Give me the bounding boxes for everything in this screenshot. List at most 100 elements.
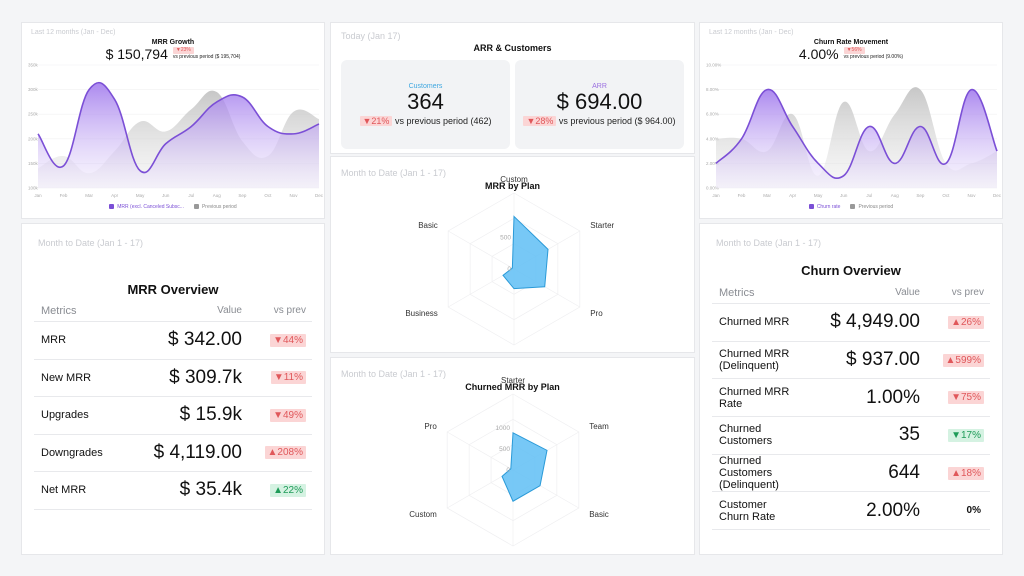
y-tick-label: 6.00%: [706, 112, 719, 117]
table-row: MRR $ 342.00 ▼44%: [34, 322, 312, 360]
table-row: Churned Customers (Delinquent) 644 ▲18%: [712, 455, 990, 493]
radar-category-label: Custom: [500, 175, 528, 184]
legend-item-churn[interactable]: Churn rate: [808, 204, 840, 210]
x-tick-label: Nov: [967, 193, 976, 198]
table-row: Churned MRR $ 4,949.00 ▲26%: [712, 304, 990, 342]
change-badge: 0%: [966, 505, 981, 517]
card-title: MRR Overview: [127, 282, 219, 297]
change-badge: ▼44%: [270, 333, 306, 347]
radar-category-label: Basic: [589, 510, 609, 519]
metric-value: $ 15.9k: [179, 404, 242, 426]
metric-value: $ 342.00: [168, 329, 242, 351]
change-badge: ▼17%: [948, 428, 984, 442]
table-row: New MRR $ 309.7k ▼11%: [34, 360, 312, 397]
metric-label: Customer Churn Rate: [719, 498, 776, 523]
mrr-overview-table: Metrics Value vs prev MRR $ 342.00 ▼44% New…: [34, 300, 312, 510]
y-tick-label: 100k: [28, 186, 39, 191]
radar-category-label: Pro: [590, 309, 603, 318]
radar-category-label: Starter: [590, 221, 614, 230]
arr-tile: ARR $ 694.00 ▼28% vs previous period ($ …: [515, 60, 684, 149]
radar-category-label: Custom: [409, 510, 437, 519]
metric-label: Churned MRR Rate: [719, 385, 790, 410]
legend-item-mrr[interactable]: MRR (excl. Canceled Subsc...: [109, 204, 184, 210]
x-tick-label: Aug: [891, 193, 900, 198]
change-badge: ▲18%: [948, 466, 984, 480]
y-tick-label: 250k: [28, 112, 39, 117]
x-tick-label: Dec: [315, 193, 324, 198]
mrr-overview-card: Month to Date (Jan 1 - 17) MRR Overview …: [21, 223, 325, 555]
x-tick-label: Sep: [238, 193, 247, 198]
y-tick-label: 200k: [28, 136, 39, 141]
radar-tick-label: 500: [499, 446, 510, 453]
metric-value: $ 35.4k: [179, 479, 242, 501]
churned-mrr-by-plan-card: Month to Date (Jan 1 - 17) Churned MRR b…: [330, 357, 695, 555]
x-tick-label: Oct: [264, 193, 272, 198]
churn-overview-card: Month to Date (Jan 1 - 17) Churn Overvie…: [699, 223, 1003, 555]
legend-item-previous[interactable]: Previous period: [193, 204, 237, 210]
x-tick-label: Jul: [866, 193, 872, 198]
compare-text: vs previous period (462): [394, 116, 492, 126]
mrr-growth-chart: 100k 150k 200k 250k 300k 350k Jan Feb Mar Apr May J…: [28, 63, 324, 199]
mrr-growth-card: Last 12 months (Jan - Dec) MRR Growth $ …: [21, 22, 325, 219]
x-tick-label: Jun: [162, 193, 170, 198]
metric-value: 2.00%: [866, 499, 920, 521]
change-badge: ▲599%: [942, 353, 984, 367]
y-tick-label: 150k: [28, 161, 39, 166]
y-tick-label: 10.00%: [706, 63, 721, 68]
radar-category-label: Starter: [501, 376, 525, 385]
x-tick-label: Oct: [942, 193, 950, 198]
table-header: Metrics Value vs prev: [712, 282, 990, 304]
x-tick-label: Mar: [85, 193, 93, 198]
x-tick-label: May: [814, 193, 823, 198]
metric-label: Net MRR: [41, 484, 87, 497]
x-tick-label: Nov: [289, 193, 298, 198]
chart-legend: MRR (excl. Canceled Subsc... Previous pe…: [22, 204, 324, 210]
x-tick-label: Jan: [34, 193, 42, 198]
churn-rate-card: Last 12 months (Jan - Dec) Churn Rate Mo…: [699, 22, 1003, 219]
legend-item-previous[interactable]: Previous period: [850, 204, 893, 210]
mrr-by-plan-radar: CustomStarterProTeamBusinessBasic0500: [405, 175, 615, 346]
metric-value: 1.00%: [866, 386, 920, 408]
x-tick-label: Apr: [789, 193, 797, 198]
y-tick-label: 300k: [28, 87, 39, 92]
x-tick-label: Mar: [763, 193, 771, 198]
radar-category-label: Team: [589, 422, 609, 431]
table-row: Churned MRR Rate 1.00% ▼75%: [712, 379, 990, 418]
table-row: Churned Customers 35 ▼17%: [712, 417, 990, 455]
metric-label: Churned Customers (Delinquent): [719, 455, 779, 492]
metric-value: $ 309.7k: [169, 366, 242, 388]
x-tick-label: Feb: [738, 193, 746, 198]
change-badge: ▲22%: [270, 483, 306, 497]
metric-value: $ 4,949.00: [830, 311, 920, 333]
radar-tick-label: 0: [507, 266, 511, 273]
date-range: Today (Jan 17): [341, 31, 401, 41]
metric-label: Churned MRR (Delinquent): [719, 348, 790, 373]
x-tick-label: Dec: [993, 193, 1002, 198]
x-tick-label: Apr: [111, 193, 119, 198]
radar-tick-label: 0: [506, 467, 510, 474]
tile-value: 364: [407, 89, 444, 114]
metric-label: Upgrades: [41, 409, 89, 422]
radar-series-area: [502, 215, 549, 290]
change-badge: ▼49%: [270, 408, 306, 422]
x-tick-label: Feb: [60, 193, 68, 198]
radar-category-label: Business: [405, 309, 437, 318]
arr-customers-card: Today (Jan 17) ARR & Customers Customers…: [330, 22, 695, 154]
metric-value: 644: [888, 462, 920, 484]
radar-tick-label: 1000: [496, 425, 511, 432]
change-badge: ▼11%: [270, 371, 306, 385]
x-tick-label: Sep: [916, 193, 925, 198]
metric-label: Churned MRR: [719, 316, 790, 329]
table-row: Churned MRR (Delinquent) $ 937.00 ▲599%: [712, 342, 990, 380]
radar-tick-label: 500: [500, 234, 511, 241]
x-tick-label: Jul: [188, 193, 194, 198]
table-header: Metrics Value vs prev: [34, 300, 312, 322]
table-row: Downgrades $ 4,119.00 ▲208%: [34, 435, 312, 472]
churn-overview-table: Metrics Value vs prev Churned MRR $ 4,949…: [712, 282, 990, 531]
metric-label: Downgrades: [41, 446, 103, 459]
x-tick-label: Aug: [213, 193, 222, 198]
change-badge: ▲208%: [264, 446, 306, 460]
churn-rate-chart: 0.00%2.00%4.00%6.00%8.00%10.00%Jan Feb Mar…: [706, 63, 1002, 199]
metric-value: $ 4,119.00: [153, 441, 242, 463]
tile-value: $ 694.00: [556, 89, 643, 114]
